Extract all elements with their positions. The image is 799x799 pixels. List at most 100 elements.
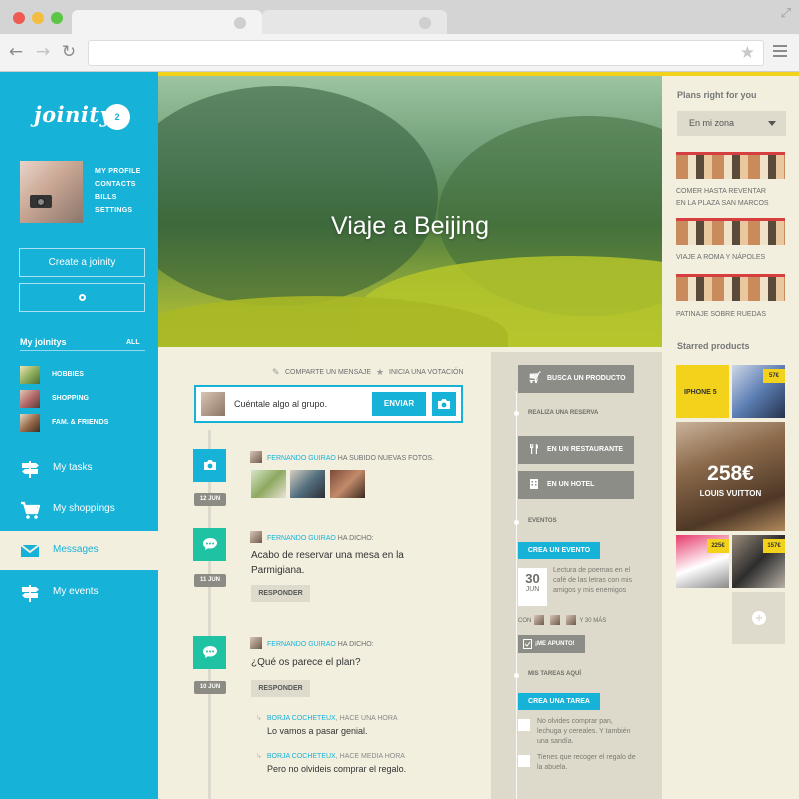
create-joinity-button[interactable]: Create a joinity (19, 248, 145, 277)
feed-photo[interactable] (251, 470, 286, 498)
author-link[interactable]: BORJA COCHETEUX (267, 753, 336, 760)
task-checkbox[interactable] (518, 755, 530, 767)
feed-message: Acabo de reservar una mesa en la Parmigia… (251, 550, 404, 576)
feed-item-header: FERNANDO GUIRAO HA SUBIDO NUEVAS FOTOS. (250, 451, 434, 463)
joinity-label: HOBBIES (52, 371, 84, 378)
event-date: 30 JUN (518, 568, 547, 606)
minimize-window-button[interactable] (32, 12, 44, 24)
checklist-icon (523, 639, 532, 649)
close-window-button[interactable] (13, 12, 25, 24)
divider (20, 350, 145, 351)
hero-image: Viaje a Beijing (158, 76, 662, 347)
feed-photo[interactable] (330, 470, 365, 498)
panel-line (516, 391, 517, 799)
notification-badge[interactable]: 2 (104, 104, 130, 130)
close-tab-icon[interactable] (419, 17, 431, 29)
maximize-window-button[interactable] (51, 12, 63, 24)
reload-button[interactable]: ↻ (59, 42, 79, 62)
joinity-logo[interactable]: joinity (34, 102, 112, 127)
add-product-button[interactable]: + (732, 592, 785, 644)
plan-title[interactable]: PATINAJE SOBRE RUEDAS (676, 309, 766, 321)
contacts-link[interactable]: CONTACTS (95, 181, 141, 188)
nav-messages[interactable]: Messages (0, 531, 158, 570)
joinity-thumbnail (20, 414, 40, 432)
feed-item-header: FERNANDO GUIRAO HA DICHO: (250, 531, 374, 543)
browser-tab[interactable] (262, 10, 447, 36)
nav-label: My events (53, 586, 99, 597)
task-checkbox[interactable] (518, 719, 530, 731)
camera-upload-button[interactable] (432, 392, 456, 416)
join-event-button[interactable]: ¡ME APUNTO! (518, 635, 585, 653)
nav-my-tasks[interactable]: My tasks (0, 449, 158, 488)
plan-image[interactable] (676, 152, 785, 179)
hotel-button[interactable]: EN UN HOTEL (518, 471, 634, 499)
plan-title[interactable]: COMER HASTA REVENTAR EN LA PLAZA SAN MARC… (676, 186, 769, 210)
plan-image[interactable] (676, 218, 785, 245)
bills-link[interactable]: BILLS (95, 194, 141, 201)
nav-my-shoppings[interactable]: My shoppings (0, 490, 158, 529)
product-iphone[interactable]: IPHONE 5 (676, 365, 729, 418)
plan-image[interactable] (676, 274, 785, 301)
create-event-button[interactable]: CREA UN EVENTO (518, 542, 600, 559)
browser-tab-active[interactable] (72, 10, 262, 36)
bookmark-star-icon[interactable]: ★ (740, 43, 755, 63)
nav-label: My tasks (53, 462, 93, 473)
author-link[interactable]: FERNANDO GUIRAO (267, 455, 336, 462)
my-profile-link[interactable]: MY PROFILE (95, 168, 141, 175)
create-task-button[interactable]: CREA UNA TAREA (518, 693, 600, 710)
browser-chrome: ⤢ ← → ↻ ★ (0, 0, 799, 72)
chat-icon (193, 636, 226, 669)
timeline-dot (514, 411, 519, 416)
share-message-action[interactable]: ✎ COMPARTE UN MENSAJE (272, 368, 371, 378)
reply-button[interactable]: RESPONDER (251, 680, 310, 697)
reply-button[interactable]: RESPONDER (251, 585, 310, 602)
plus-icon: + (752, 611, 766, 625)
restaurant-button[interactable]: EN UN RESTAURANTE (518, 436, 634, 464)
product-phone2[interactable]: 157€ (732, 535, 785, 588)
send-button[interactable]: ENVIAR (372, 392, 426, 416)
joinity-label: FAM. & FRIENDS (52, 419, 109, 426)
event-attendees: CON Y 30 MÁS (518, 615, 606, 625)
avatar (250, 637, 262, 649)
avatar (250, 531, 262, 543)
plan-title[interactable]: VIAJE A ROMA Y NÁPOLES (676, 252, 765, 264)
nav-label: My shoppings (53, 503, 115, 514)
product-shoe[interactable]: 225€ (676, 535, 729, 588)
search-icon (78, 294, 86, 301)
joinity-label: SHOPPING (52, 395, 89, 402)
close-tab-icon[interactable] (234, 17, 246, 29)
back-button[interactable]: ← (6, 42, 26, 62)
product-brand: LOUIS VUITTON (699, 489, 762, 498)
zone-select[interactable]: En mi zona (677, 111, 786, 136)
settings-link[interactable]: SETTINGS (95, 207, 141, 214)
nav-my-events[interactable]: My events (0, 573, 158, 612)
avatar[interactable] (20, 161, 83, 223)
author-link[interactable]: BORJA COCHETEUX (267, 715, 336, 722)
start-vote-action[interactable]: ★ INICIA UNA VOTACIÓN (376, 368, 464, 378)
browser-menu-icon[interactable] (773, 45, 787, 59)
all-joinitys-link[interactable]: ALL (126, 339, 140, 346)
message-input[interactable]: Cuéntale algo al grupo. (234, 399, 327, 409)
comment-text: Pero no olvideis comprar el regalo. (267, 764, 407, 774)
address-bar[interactable]: ★ (88, 40, 764, 66)
product-price: 258€ (707, 462, 754, 485)
profile-links: MY PROFILE CONTACTS BILLS SETTINGS (95, 168, 141, 220)
chat-icon (193, 528, 226, 561)
find-product-button[interactable]: 🛒︎ BUSCA UN PRODUCTO (518, 365, 634, 393)
cart-icon: 🛒︎ (528, 371, 542, 384)
nav-label: Messages (53, 544, 99, 555)
author-link[interactable]: FERNANDO GUIRAO (267, 535, 336, 542)
product-label: IPHONE 5 (684, 389, 717, 396)
page-title: Viaje a Beijing (331, 212, 489, 240)
product-bag[interactable]: 258€ LOUIS VUITTON (676, 422, 785, 531)
forward-button[interactable]: → (33, 42, 53, 62)
author-link[interactable]: FERNANDO GUIRAO (267, 641, 336, 648)
camera-icon (438, 399, 450, 409)
feed-item-header: FERNANDO GUIRAO HA DICHO: (250, 637, 374, 649)
timeline-date: 10 JUN (194, 681, 226, 694)
feed-photo[interactable] (290, 470, 325, 498)
fullscreen-icon[interactable]: ⤢ (781, 6, 791, 21)
product-phone-image[interactable]: 57€ (732, 365, 785, 418)
search-button[interactable] (19, 283, 145, 312)
left-sidebar: joinity 2 MY PROFILE CONTACTS BILLS SETT… (0, 72, 158, 799)
